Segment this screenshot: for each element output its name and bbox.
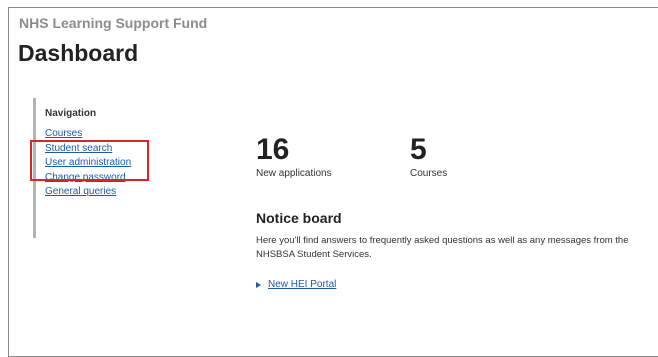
triangle-right-icon	[256, 281, 261, 288]
new-applications-count: 16	[256, 133, 290, 166]
navigation-heading: Navigation	[45, 108, 97, 119]
new-hei-portal-link[interactable]: New HEI Portal	[268, 279, 336, 290]
stat-new-applications[interactable]: 16 New applications	[256, 133, 332, 180]
student-search-highlight	[30, 140, 149, 181]
new-applications-label: New applications	[256, 168, 332, 179]
app-title: NHS Learning Support Fund	[19, 15, 208, 31]
nav-link-general-queries[interactable]: General queries	[45, 186, 116, 197]
stat-courses[interactable]: 5 Courses	[410, 133, 448, 180]
courses-label: Courses	[410, 168, 448, 179]
courses-count: 5	[410, 133, 427, 166]
nav-item-general-queries: General queries	[45, 185, 131, 200]
nav-link-courses[interactable]: Courses	[45, 128, 82, 139]
notice-link-row: New HEI Portal	[256, 279, 336, 290]
notice-board-text: Here you'll find answers to frequently a…	[256, 235, 629, 260]
notice-board-title: Notice board	[256, 210, 342, 226]
page-title: Dashboard	[18, 40, 139, 66]
